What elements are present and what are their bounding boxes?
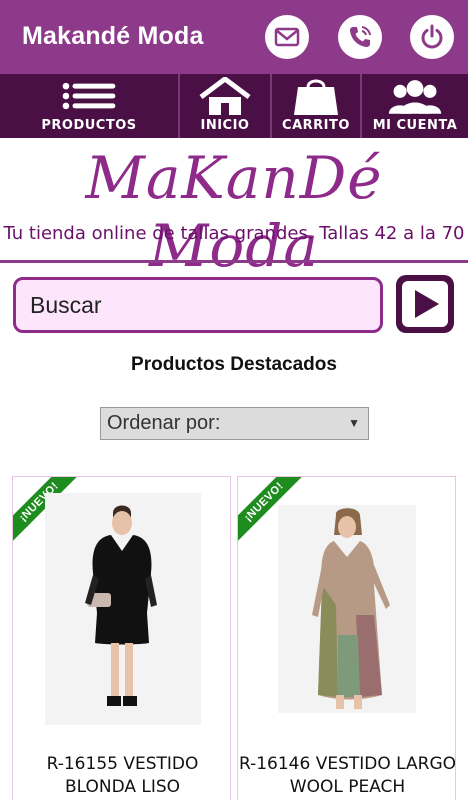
mail-icon (274, 27, 300, 47)
product-name[interactable]: R-16155 VESTIDO BLONDA LISO (13, 753, 230, 799)
menu-icon (61, 76, 117, 116)
nav-mi-cuenta-label: MI CUENTA (372, 118, 458, 133)
app-title: Makandé Moda (22, 22, 204, 50)
sort-select-value: Ordenar por: (107, 412, 221, 434)
nav-mi-cuenta[interactable]: MI CUENTA (360, 74, 468, 138)
featured-title: Productos Destacados (131, 354, 337, 375)
brand-tagline: Tu tienda online de tallas grandes. Tall… (3, 223, 465, 244)
nav-carrito[interactable]: CARRITO (270, 74, 360, 138)
dropdown-arrow-icon: ▼ (348, 416, 360, 430)
power-button[interactable] (410, 15, 454, 59)
home-icon (197, 76, 253, 116)
product-image[interactable] (45, 493, 201, 725)
mail-button[interactable] (265, 15, 309, 59)
brand-banner[interactable]: MaKanDé Moda Tu tienda online de tallas … (0, 138, 468, 280)
phone-icon (350, 26, 371, 47)
search-button[interactable] (396, 275, 454, 333)
product-image[interactable] (278, 505, 416, 713)
product-name[interactable]: R-16146 VESTIDO LARGO WOOL PEACH (238, 753, 455, 799)
nav-inicio-label: INICIO (200, 118, 250, 133)
play-arrow-icon (415, 290, 439, 318)
nav-carrito-label: CARRITO (282, 118, 350, 133)
nav-inicio[interactable]: INICIO (178, 74, 270, 138)
app-bar: Makandé Moda (0, 0, 468, 74)
bag-icon (288, 76, 344, 116)
users-icon (387, 76, 443, 116)
product-card[interactable]: ¡NUEVO! R-16146 VESTIDO LARGO WOOL PEACH (237, 476, 456, 800)
banner-divider (0, 260, 468, 263)
nav-productos[interactable]: PRODUCTOS (0, 74, 178, 138)
main-nav: PRODUCTOS INICIO CARRITO MI CUENTA (0, 74, 468, 138)
phone-button[interactable] (338, 15, 382, 59)
power-icon (421, 24, 443, 49)
product-card[interactable]: ¡NUEVO! R-16155 VESTIDO BLONDA LISO (12, 476, 231, 800)
search-input[interactable] (13, 277, 383, 333)
sort-select[interactable]: Ordenar por: ▼ (100, 407, 369, 440)
nav-productos-label: PRODUCTOS (41, 118, 137, 133)
